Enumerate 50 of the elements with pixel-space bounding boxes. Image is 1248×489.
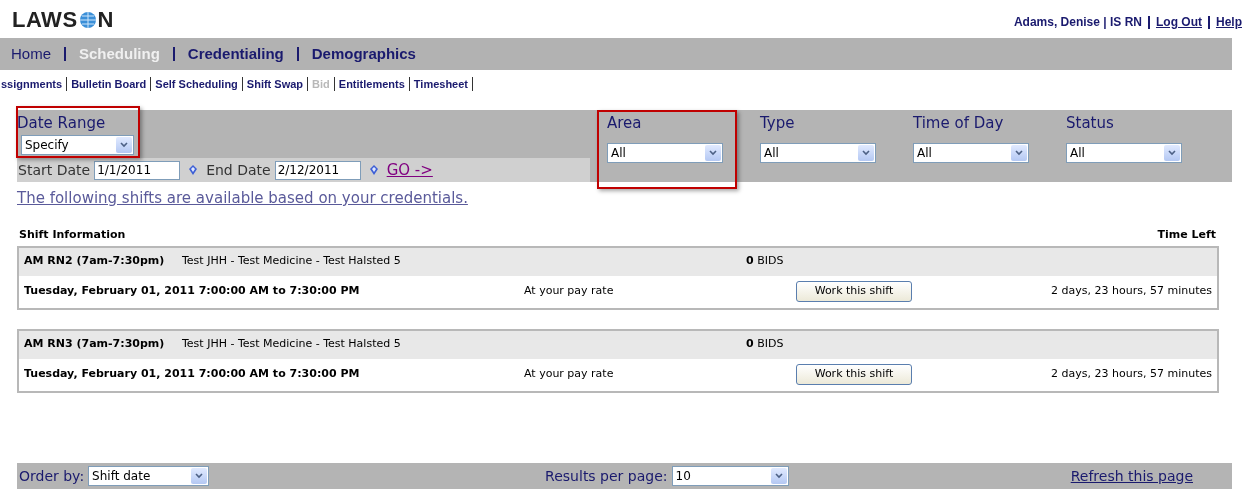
lawson-logo: LAWS N (12, 9, 114, 31)
subnav-link[interactable]: ssignments (1, 75, 63, 93)
header-link[interactable]: Log Out (1156, 13, 1202, 31)
shift-location: Test JHH - Test Medicine - Test Halsted 5 (182, 253, 402, 270)
filter-label: Status (1066, 114, 1115, 133)
order-by-select[interactable]: Shift date (88, 466, 210, 486)
work-shift-button[interactable]: Work this shift (796, 281, 912, 302)
column-header: Shift Information (19, 227, 126, 243)
shift-date: Tuesday, February 01, 2011 7:00:00 AM to 7:30:00 PM (24, 283, 361, 300)
filter-select[interactable]: All (607, 142, 723, 163)
results-per-page-select[interactable]: 10 (671, 466, 789, 486)
subnav-link[interactable]: Self Scheduling (155, 75, 238, 93)
filter-label: Time of Day (913, 114, 1005, 133)
shift-location: Test JHH - Test Medicine - Test Halsted 5 (182, 336, 402, 353)
results-per-page-label: Results per page: (545, 466, 668, 486)
header-link[interactable]: Help (1216, 13, 1242, 31)
filter-label: Area (607, 114, 643, 133)
shift-name: AM RN3 (7am-7:30pm) (24, 336, 166, 353)
filter-label: Type (760, 114, 796, 133)
refresh-link[interactable]: Refresh this page (1070, 465, 1193, 487)
go-link[interactable]: GO -> (386, 158, 433, 182)
filter-select[interactable]: All (1066, 142, 1182, 163)
subnav-link[interactable]: Bulletin Board (71, 75, 147, 93)
subnav-link[interactable]: Shift Swap (246, 75, 304, 93)
subnav-link[interactable]: Entitlements (338, 75, 405, 93)
start-date-field[interactable]: 1/1/2011 (94, 160, 181, 180)
nav-tab[interactable]: Credentialing (187, 42, 284, 66)
end-date-label: End Date (206, 160, 271, 180)
column-header: Time Left (1157, 227, 1216, 243)
order-by-label: Order by: (19, 466, 85, 486)
filter-select[interactable]: All (913, 142, 1029, 163)
end-date-field[interactable]: 2/12/2011 (274, 160, 361, 180)
time-left: 2 days, 23 hours, 57 minutes (1051, 366, 1212, 383)
pay-rate: At your pay rate (524, 366, 615, 383)
filter-label: Date Range (17, 114, 107, 133)
date-range-select[interactable]: Specify (21, 134, 134, 155)
nav-tab[interactable]: Demographics (311, 42, 416, 66)
nav-tab[interactable]: Home (11, 42, 51, 66)
bid-count: 0 BIDS (746, 253, 784, 270)
credentials-link[interactable]: The following shifts are available based on your credentials. (17, 189, 468, 207)
pay-rate: At your pay rate (524, 283, 615, 300)
shift-name: AM RN2 (7am-7:30pm) (24, 253, 166, 270)
filter-select[interactable]: All (760, 142, 876, 163)
time-left: 2 days, 23 hours, 57 minutes (1051, 283, 1212, 300)
shift-date: Tuesday, February 01, 2011 7:00:00 AM to 7:30:00 PM (24, 366, 361, 383)
work-shift-button[interactable]: Work this shift (796, 364, 912, 385)
bid-count: 0 BIDS (746, 336, 784, 353)
start-date-label: Start Date (18, 160, 91, 180)
subnav-link[interactable]: Timesheet (413, 75, 469, 93)
user-name: Adams, Denise | IS RN (1013, 14, 1142, 31)
